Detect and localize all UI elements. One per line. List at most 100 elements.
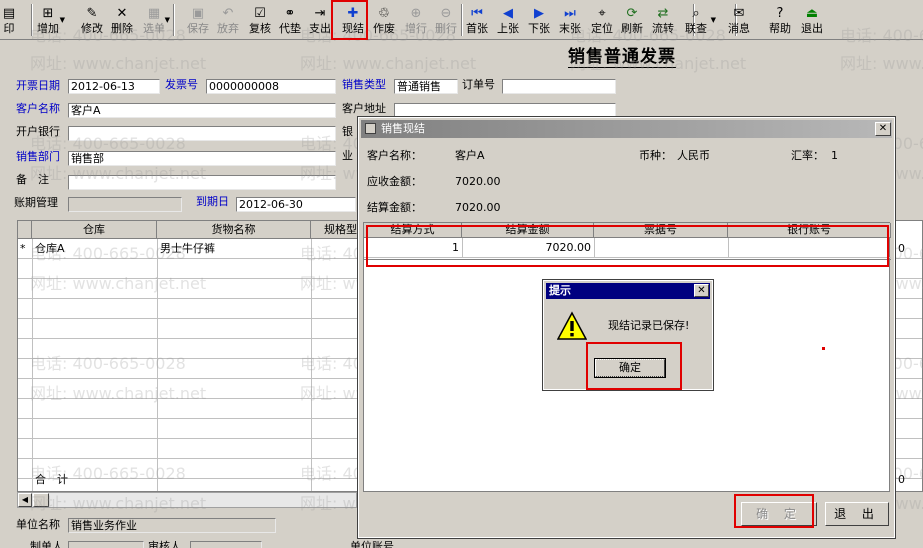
toolbar-label: 下张 [528, 22, 550, 35]
toolbar-settle-button[interactable]: ✚ 现结 [338, 2, 368, 38]
settle-ok-button[interactable]: 确 定 [741, 502, 817, 526]
order-no-label: 订单号 [462, 78, 495, 91]
toolbar-label: 消息 [728, 22, 750, 35]
toolbar-label: 增行 [405, 22, 427, 35]
bank-field[interactable] [68, 126, 336, 141]
dept-field[interactable]: 销售部 [68, 151, 336, 166]
toolbar-label: 选单 [143, 22, 165, 35]
sales-type-field[interactable]: 普通销售 [394, 79, 458, 94]
toolbar-print-button[interactable]: ▤ 印 [0, 2, 18, 38]
maker-label: 制单人 [30, 540, 63, 548]
toolbar-message-button[interactable]: ✉ 消息 [724, 2, 754, 38]
locate-icon: ⌖ [598, 5, 606, 21]
remark-field[interactable] [68, 175, 336, 190]
toolbar-add-row-button[interactable]: ⊕ 增行 [402, 2, 430, 38]
toolbar-refresh-button[interactable]: ⟳ 刷新 [618, 2, 646, 38]
toolbar-last-button[interactable]: ⏭ 末张 [556, 2, 584, 38]
toolbar-next-button[interactable]: ▶ 下张 [524, 2, 554, 38]
toolbar-label: 刷新 [621, 22, 643, 35]
toolbar-expense-button[interactable]: ⇥ 支出 [306, 2, 334, 38]
void-icon: ♲ [378, 5, 390, 21]
sales-type-label: 销售类型 [342, 78, 386, 91]
bank-label: 开户银行 [16, 125, 60, 138]
toolbar-edit-button[interactable]: ✎ 修改 [78, 2, 106, 38]
customer-addr-field[interactable] [394, 103, 616, 118]
window-icon [365, 123, 376, 134]
settle-exit-button[interactable]: 退 出 [825, 502, 889, 526]
due-date-field[interactable]: 2012-06-30 [236, 197, 356, 212]
toolbar-label: 作废 [373, 22, 395, 35]
expense-icon: ⇥ [314, 5, 326, 21]
row-warehouse[interactable]: 仓库A [35, 240, 65, 258]
toolbar-label: 退出 [801, 22, 823, 35]
account-period-label: 账期管理 [14, 196, 58, 209]
unit-name-field[interactable]: 销售业务作业 [68, 518, 276, 533]
remark-label: 备 注 [16, 173, 49, 186]
toolbar-flow-button[interactable]: ⇄ 流转 [648, 2, 678, 38]
dlg-currency-label: 币种： [639, 149, 672, 162]
toolbar-locate-button[interactable]: ⌖ 定位 [588, 2, 616, 38]
maker-field[interactable] [68, 541, 144, 548]
grid-header-warehouse[interactable]: 仓库 [32, 221, 157, 239]
scroll-thumb[interactable] [33, 493, 49, 507]
dropdown-arrow-icon[interactable]: ▼ [165, 16, 170, 24]
grid-header-product[interactable]: 货物名称 [157, 221, 311, 239]
select-icon: ▦ [147, 5, 161, 21]
account-period-field[interactable] [68, 197, 182, 212]
row-product[interactable]: 男士牛仔裤 [160, 240, 215, 258]
advance-icon: ⚭ [284, 5, 296, 21]
watermark-text: 网址: www.chanjet.net [30, 54, 207, 73]
settle-row[interactable]: 1 7020.00 [364, 238, 891, 258]
prompt-close-button[interactable]: ✕ [694, 284, 709, 297]
settle-method-cell[interactable]: 1 [364, 241, 459, 254]
order-no-field[interactable] [502, 79, 616, 94]
settle-header-amount[interactable]: 结算金额 [462, 223, 594, 238]
toolbar-query-button[interactable]: ⌕ 联查 ▼ [678, 2, 716, 38]
settle-header-bank-account[interactable]: 银行账号 [728, 223, 891, 238]
invoice-no-field[interactable]: 0000000008 [206, 79, 336, 94]
toolbar-add-button[interactable]: ⊞ 增加 ▼ [33, 2, 65, 38]
close-icon: ✕ [878, 123, 888, 134]
dropdown-arrow-icon[interactable]: ▼ [711, 16, 716, 24]
dropdown-arrow-icon[interactable]: ▼ [60, 16, 65, 24]
prompt-title: 提示 [549, 284, 571, 297]
toolbar-delete-button[interactable]: ✕ 删除 [108, 2, 136, 38]
scroll-left-icon[interactable]: ◀ [18, 493, 32, 507]
prompt-ok-button[interactable]: 确定 [595, 359, 665, 377]
total-label: 合 计 [35, 473, 68, 486]
toolbar-save-button[interactable]: ▣ 保存 [184, 2, 212, 38]
flow-icon: ⇄ [657, 5, 669, 21]
undo-icon: ↶ [222, 5, 234, 21]
toolbar-exit-button[interactable]: ⏏ 退出 [798, 2, 826, 38]
watermark-text: 网址: www.chanjet.net [300, 54, 477, 73]
settle-icon: ✚ [347, 5, 359, 21]
total-right-value: 0 [898, 473, 905, 486]
dept-label: 销售部门 [16, 150, 60, 163]
toolbar-help-button[interactable]: ? 帮助 [766, 2, 794, 38]
toolbar-void-button[interactable]: ♲ 作废 [370, 2, 398, 38]
toolbar-delete-row-button[interactable]: ⊖ 删行 [432, 2, 460, 38]
reviewer-label: 审核人 [148, 540, 181, 548]
toolbar-advance-button[interactable]: ⚭ 代垫 [276, 2, 304, 38]
toolbar-label: 流转 [652, 22, 674, 35]
toolbar-review-button[interactable]: ☑ 复核 [246, 2, 274, 38]
toolbar-label: 修改 [81, 22, 103, 35]
settle-dialog-titlebar[interactable]: 销售现结 [361, 120, 892, 138]
toolbar-select-button[interactable]: ▦ 选单 ▼ [140, 2, 170, 38]
invoice-date-field[interactable]: 2012-06-13 [68, 79, 160, 94]
customer-field[interactable]: 客户A [68, 103, 336, 118]
settle-header-method[interactable]: 结算方式 [364, 223, 462, 238]
toolbar-prev-button[interactable]: ◀ 上张 [494, 2, 522, 38]
print-icon: ▤ [2, 5, 16, 21]
settle-header-bill-no[interactable]: 票据号 [594, 223, 728, 238]
reviewer-field[interactable] [190, 541, 262, 548]
grid-horizontal-scrollbar[interactable]: ◀ [17, 492, 357, 508]
query-icon: ⌕ [692, 5, 700, 21]
prompt-titlebar[interactable]: 提示 [546, 283, 710, 299]
add-row-icon: ⊕ [410, 5, 422, 21]
settle-amount-cell[interactable]: 7020.00 [462, 241, 592, 254]
toolbar-undo-button[interactable]: ↶ 放弃 [214, 2, 242, 38]
toolbar-first-button[interactable]: ⏮ 首张 [462, 2, 492, 38]
settle-dialog-close-button[interactable]: ✕ [875, 122, 891, 136]
dlg-receivable-value: 7020.00 [455, 175, 501, 188]
